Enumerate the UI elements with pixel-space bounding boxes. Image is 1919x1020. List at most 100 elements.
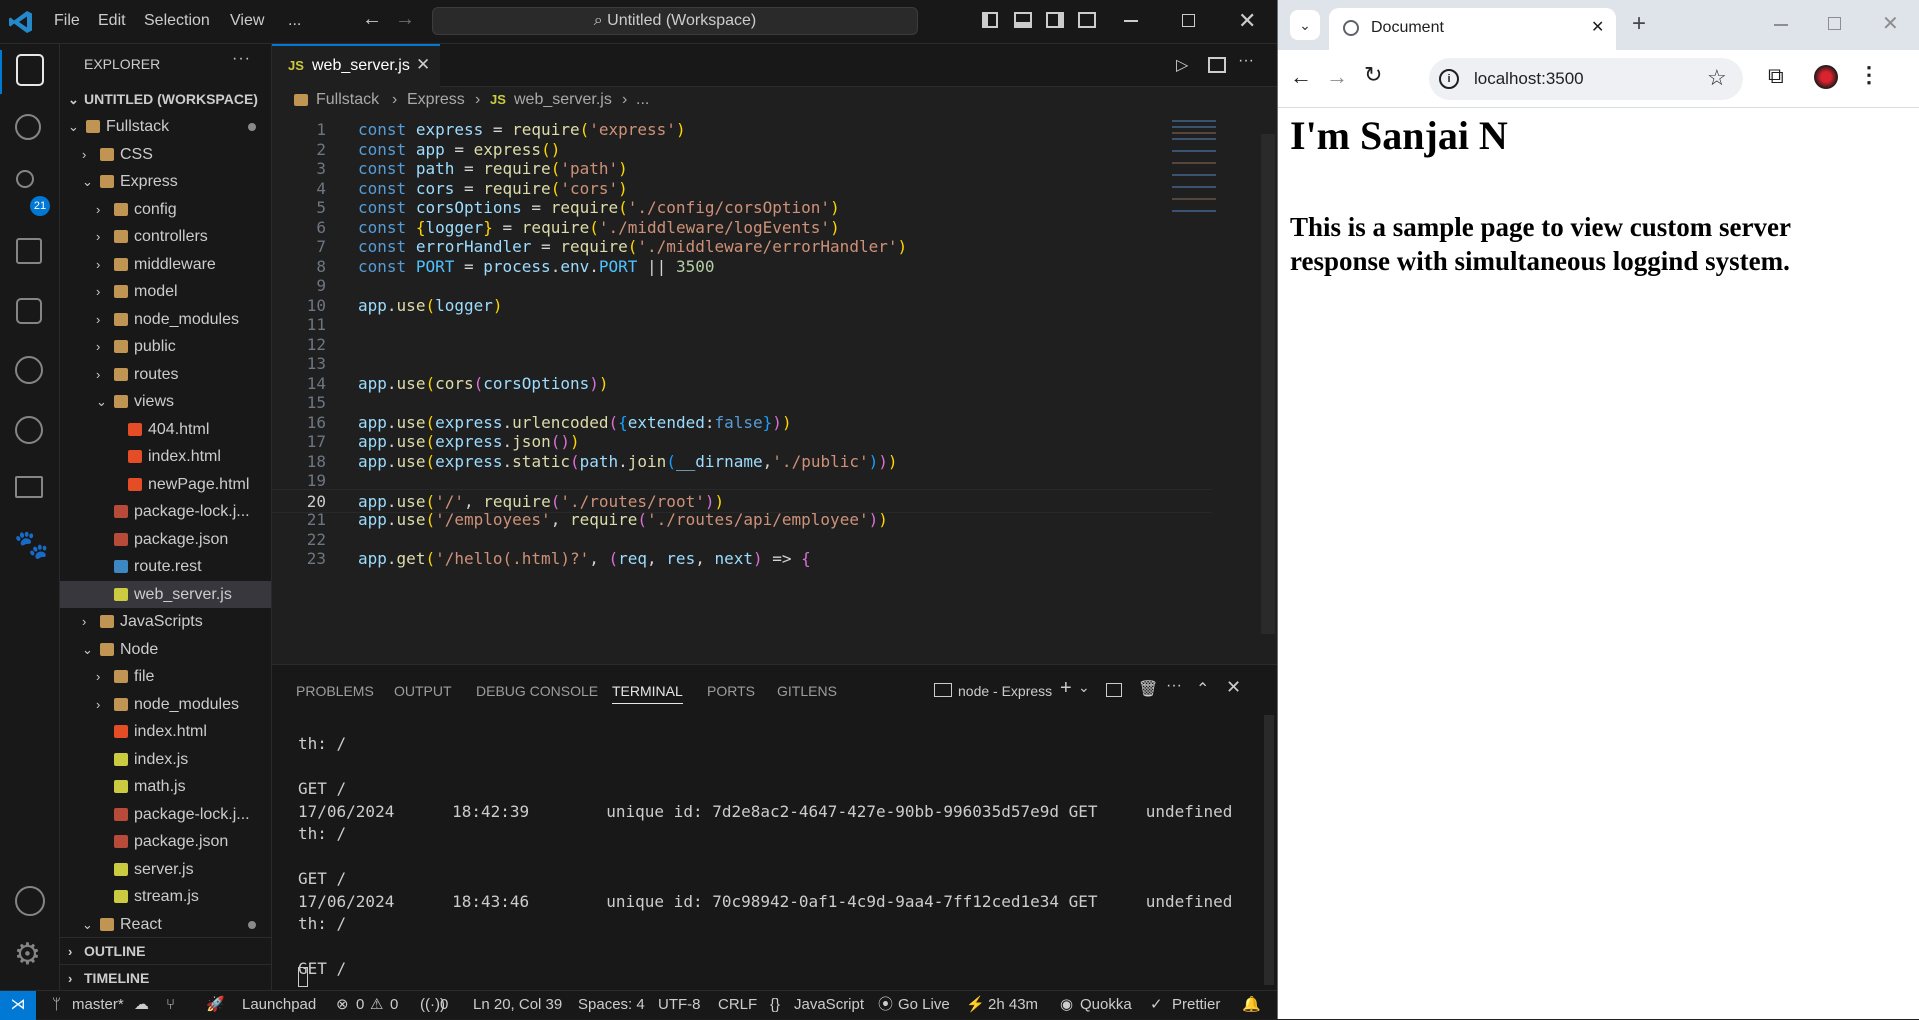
chevron-down-icon[interactable]: ⌄ [68,113,82,140]
tree-item[interactable]: package.json [60,526,271,553]
panel-more-icon[interactable]: ··· [1166,677,1182,695]
tree-item[interactable]: › config [60,196,271,223]
terminal-scrollbar[interactable] [1264,715,1274,985]
close-window-icon[interactable]: ✕ [1882,11,1899,36]
close-tab-icon[interactable]: ✕ [416,55,430,75]
tree-item[interactable]: › routes [60,361,271,388]
extensions-icon[interactable] [16,298,42,324]
encoding[interactable]: UTF-8 [658,991,701,1019]
profile-avatar[interactable] [1814,65,1838,89]
tree-item[interactable]: package.json [60,828,271,855]
tree-item[interactable]: ⌄ Node [60,636,271,663]
indentation[interactable]: Spaces: 4 [578,991,645,1019]
chevron-right-icon[interactable]: › [96,251,110,278]
tab-problems[interactable]: PROBLEMS [296,683,374,699]
minimize-icon[interactable] [1124,20,1138,22]
split-editor-icon[interactable] [1208,57,1226,73]
reload-icon[interactable]: ↻ [1364,62,1382,88]
branch-status[interactable]: master* [72,991,124,1019]
trash-icon[interactable]: 🗑 [1138,679,1158,699]
tree-item[interactable]: › CSS [60,141,271,168]
breadcrumb-item[interactable]: web_server.js [514,88,612,112]
tab-web-server-js[interactable]: JS web_server.js ✕ [272,44,440,87]
bookmark-star-icon[interactable]: ☆ [1707,65,1727,91]
folder-icon[interactable] [15,476,43,498]
new-tab-icon[interactable]: + [1632,10,1646,38]
menu-more[interactable]: ... [288,12,301,30]
maximize-icon[interactable] [1828,17,1841,30]
toggle-panel-icon[interactable] [1014,12,1032,28]
tree-item[interactable]: › model [60,278,271,305]
cursor-position[interactable]: Ln 20, Col 39 [473,991,562,1019]
tree-item[interactable]: route.rest [60,553,271,580]
command-center[interactable]: ⌕ Untitled (Workspace) [432,7,918,35]
source-control-icon[interactable] [16,170,34,188]
forward-arrow-icon[interactable]: → [1326,64,1348,90]
menu-file[interactable]: File [54,12,80,30]
tree-item[interactable]: ⌄ Fullstack [60,113,271,140]
workspace-header[interactable]: ⌄ UNTITLED (WORKSPACE) [60,86,271,113]
breadcrumb-item[interactable]: Express [407,88,465,112]
chevron-down-icon[interactable]: ⌄ [82,168,96,195]
chevron-right-icon[interactable]: › [82,608,96,635]
customize-layout-icon[interactable] [1078,12,1096,28]
chevron-down-icon[interactable]: ⌄ [1078,679,1090,696]
tab-gitlens[interactable]: GITLENS [777,683,837,699]
close-tab-icon[interactable]: ✕ [1591,17,1604,37]
tree-item[interactable]: web_server.js [60,580,271,608]
tree-item[interactable]: › node_modules [60,306,271,333]
bell-icon[interactable]: 🔔 [1242,991,1261,1019]
chevron-right-icon[interactable]: › [96,278,110,305]
gear-icon[interactable]: ⚙ [14,940,41,970]
tree-item[interactable]: index.html [60,443,271,470]
tree-item[interactable]: index.js [60,746,271,773]
tree-item[interactable]: stream.js [60,883,271,910]
session-time[interactable]: 2h 43m [988,991,1038,1019]
terminal-name[interactable]: node - Express [958,683,1052,699]
site-info-icon[interactable]: i [1439,69,1459,89]
tab-terminal[interactable]: TERMINAL [612,683,683,704]
quokka-status[interactable]: Quokka [1080,991,1132,1019]
line-ending[interactable]: CRLF [718,991,757,1019]
ports-count[interactable]: 0 [440,991,448,1019]
toggle-primary-sidebar-icon[interactable] [982,12,998,28]
address-bar[interactable]: i localhost:3500 ☆ [1429,58,1743,100]
tree-item[interactable]: › file [60,663,271,690]
go-live-button[interactable]: Go Live [898,991,950,1019]
run-icon[interactable]: ▷ [1176,55,1188,75]
error-count[interactable]: 0 [356,991,364,1019]
tree-item[interactable]: ⌄ views [60,388,271,415]
menu-selection[interactable]: Selection [144,12,210,30]
minimap[interactable] [1168,112,1238,262]
chevron-right-icon[interactable]: › [96,691,110,718]
gitlens-graph-icon[interactable]: ⑂ [166,991,175,1019]
language-mode[interactable]: JavaScript [794,991,864,1019]
tree-item[interactable]: package-lock.j... [60,801,271,828]
tab-search-icon[interactable]: ⌄ [1290,10,1320,40]
menu-view[interactable]: View [230,12,264,30]
new-terminal-icon[interactable]: + [1060,677,1072,700]
toggle-secondary-sidebar-icon[interactable] [1046,12,1064,28]
code-line[interactable]: 23 app.get('/hello(.html)?', (req, res, n… [272,547,1212,571]
launchpad-status[interactable]: Launchpad [242,991,316,1019]
tab-output[interactable]: OUTPUT [394,683,452,699]
menu-edit[interactable]: Edit [98,12,126,30]
tree-item[interactable]: index.html [60,718,271,745]
tab-ports[interactable]: PORTS [707,683,755,699]
outline-section[interactable]: › OUTLINE [60,937,271,964]
close-panel-icon[interactable]: ✕ [1226,677,1241,698]
editor-scrollbar[interactable] [1261,134,1275,634]
chevron-down-icon[interactable]: ⌄ [96,388,110,415]
chrome-menu-icon[interactable]: ⋮ [1858,62,1880,88]
browser-tab-document[interactable]: Document ✕ [1329,8,1616,50]
tree-item[interactable]: › JavaScripts [60,608,271,635]
more-actions-icon[interactable]: ··· [232,50,251,68]
back-arrow-icon[interactable]: ← [1290,64,1312,90]
tree-item[interactable]: newPage.html [60,471,271,498]
chevron-down-icon[interactable]: ⌄ [82,911,96,938]
tree-item[interactable]: package-lock.j... [60,498,271,525]
back-arrow-icon[interactable]: ← [362,8,382,31]
maximize-icon[interactable] [1182,14,1195,27]
maximize-panel-icon[interactable]: ⌃ [1196,679,1209,699]
run-debug-icon[interactable] [16,238,42,264]
